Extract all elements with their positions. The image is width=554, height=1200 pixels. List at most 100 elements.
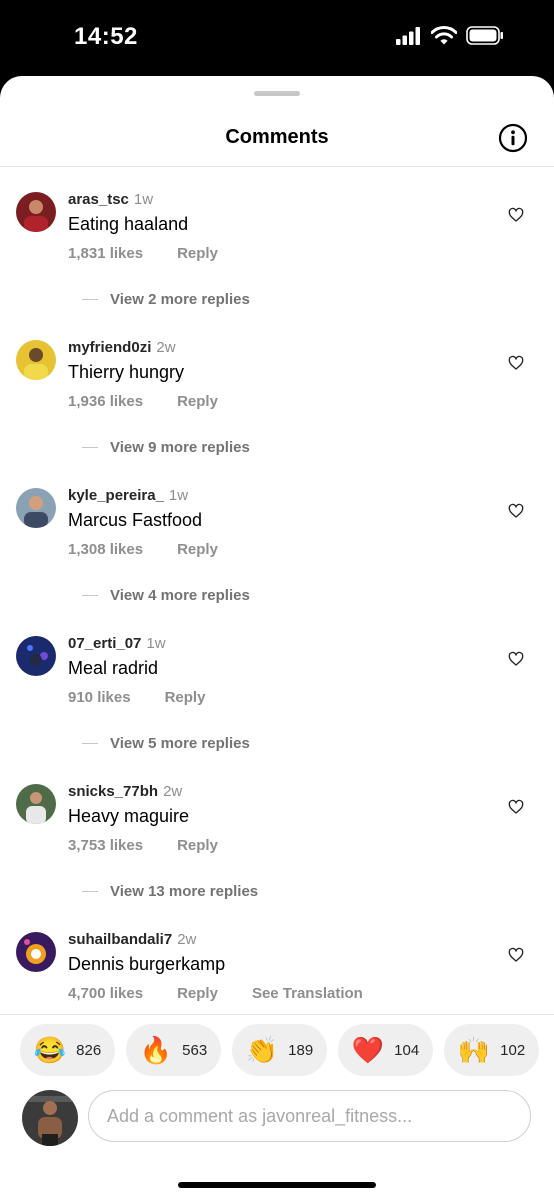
home-indicator (178, 1182, 376, 1188)
page-title: Comments (225, 126, 329, 148)
comment-meta: 07_erti_07 1w (68, 635, 166, 652)
reaction-chip-laughing[interactable]: 😂 826 (20, 1024, 115, 1076)
comment-actions: 3,753 likes Reply (68, 837, 252, 854)
battery-icon (466, 26, 503, 45)
wifi-icon (431, 26, 457, 45)
avatar[interactable] (16, 784, 56, 824)
see-translation-button[interactable]: See Translation (252, 985, 363, 1002)
reaction-chip-fire[interactable]: 🔥 563 (126, 1024, 221, 1076)
comment-input[interactable] (89, 1091, 530, 1141)
likes-count[interactable]: 1,831 likes (68, 245, 143, 262)
status-icons (396, 26, 504, 45)
comment-list: aras_tsc 1w Eating haaland 1,831 likes Rep… (0, 167, 554, 1055)
view-more-replies[interactable]: View 2 more replies (82, 291, 250, 308)
view-more-replies[interactable]: View 4 more replies (82, 587, 250, 604)
comment-age: 2w (177, 931, 197, 948)
reply-button[interactable]: Reply (177, 245, 218, 262)
clapping-hands-emoji-icon: 👏 (245, 1035, 279, 1065)
raised-hands-emoji-icon: 🙌 (457, 1035, 491, 1065)
view-replies-label: View 5 more replies (110, 735, 250, 752)
comment-meta: suhailbandali7 2w (68, 931, 196, 948)
heart-icon[interactable] (508, 651, 524, 667)
red-heart-emoji-icon: ❤️ (351, 1035, 385, 1065)
reaction-chip-raised-hands[interactable]: 🙌 102 (444, 1024, 539, 1076)
user-avatar[interactable] (22, 1090, 78, 1146)
replies-line (82, 299, 98, 300)
reaction-count: 189 (288, 1041, 314, 1059)
emoji-reaction-bar: 😂 826 🔥 563 👏 189 ❤️ 104 🙌 102 (20, 1024, 539, 1076)
replies-line (82, 891, 98, 892)
avatar[interactable] (16, 192, 56, 232)
laughing-emoji-icon: 😂 (33, 1035, 67, 1065)
comment-item: kyle_pereira_ 1w Marcus Fastfood 1,308 li… (0, 463, 554, 611)
view-more-replies[interactable]: View 9 more replies (82, 439, 250, 456)
comment-username[interactable]: suhailbandali7 (68, 931, 172, 948)
comment-meta: myfriend0zi 2w (68, 339, 176, 356)
reply-button[interactable]: Reply (165, 689, 206, 706)
replies-line (82, 447, 98, 448)
comment-text: Marcus Fastfood (68, 510, 203, 530)
reply-button[interactable]: Reply (177, 985, 218, 1002)
comment-composer[interactable] (88, 1090, 531, 1142)
comment-meta: kyle_pereira_ 1w (68, 487, 188, 504)
fire-emoji-icon: 🔥 (139, 1035, 173, 1065)
reply-button[interactable]: Reply (177, 393, 218, 410)
comment-age: 1w (168, 487, 189, 504)
reactions-divider (0, 1014, 554, 1015)
reaction-count: 102 (500, 1041, 526, 1059)
comment-age: 1w (146, 635, 166, 652)
likes-count[interactable]: 4,700 likes (68, 985, 143, 1002)
comment-text: Thierry hungry (68, 362, 185, 382)
comment-username[interactable]: 07_erti_07 (68, 635, 141, 652)
comment-item: aras_tsc 1w Eating haaland 1,831 likes Rep… (0, 167, 554, 315)
comment-age: 2w (156, 339, 176, 356)
reaction-chip-heart[interactable]: ❤️ 104 (338, 1024, 433, 1076)
reaction-count: 563 (182, 1041, 208, 1059)
comment-actions: 910 likes Reply (68, 689, 239, 706)
replies-line (82, 595, 98, 596)
comment-item: snicks_77bh 2w Heavy maguire 3,753 likes R… (0, 759, 554, 907)
view-replies-label: View 9 more replies (110, 439, 250, 456)
avatar[interactable] (16, 340, 56, 380)
reply-button[interactable]: Reply (177, 541, 218, 558)
comment-item: myfriend0zi 2w Thierry hungry 1,936 likes… (0, 315, 554, 463)
heart-icon[interactable] (508, 355, 524, 371)
view-more-replies[interactable]: View 5 more replies (82, 735, 250, 752)
avatar[interactable] (16, 636, 56, 676)
comment-age: 2w (163, 783, 183, 800)
avatar[interactable] (16, 932, 56, 972)
likes-count[interactable]: 3,753 likes (68, 837, 143, 854)
comment-meta: aras_tsc 1w (68, 191, 153, 208)
view-more-replies[interactable]: View 13 more replies (82, 883, 258, 900)
comment-meta: snicks_77bh 2w (68, 783, 182, 800)
comment-text: Meal radrid (68, 658, 159, 678)
reaction-count: 104 (394, 1041, 420, 1059)
sheet-grabber[interactable] (254, 91, 300, 96)
heart-icon[interactable] (508, 207, 524, 223)
comment-text: Heavy maguire (68, 806, 190, 826)
likes-count[interactable]: 1,308 likes (68, 541, 143, 558)
comments-sheet: Comments aras_tsc 1w Eating haaland 1,831… (0, 76, 554, 1200)
comment-username[interactable]: kyle_pereira_ (68, 487, 164, 504)
replies-line (82, 743, 98, 744)
comment-actions: 4,700 likes Reply See Translation (68, 985, 397, 1002)
comment-username[interactable]: snicks_77bh (68, 783, 158, 800)
comment-username[interactable]: aras_tsc (68, 191, 129, 208)
reply-button[interactable]: Reply (177, 837, 218, 854)
likes-count[interactable]: 910 likes (68, 689, 131, 706)
view-replies-label: View 13 more replies (110, 883, 259, 900)
heart-icon[interactable] (508, 503, 524, 519)
comment-username[interactable]: myfriend0zi (68, 339, 151, 356)
cellular-signal-icon (396, 26, 420, 45)
avatar[interactable] (16, 488, 56, 528)
heart-icon[interactable] (508, 947, 524, 963)
info-icon[interactable] (498, 123, 528, 153)
view-replies-label: View 4 more replies (110, 587, 250, 604)
heart-icon[interactable] (508, 799, 524, 815)
view-replies-label: View 2 more replies (110, 291, 250, 308)
comment-text: Dennis burgerkamp (68, 954, 226, 974)
comment-text: Eating haaland (68, 214, 189, 234)
likes-count[interactable]: 1,936 likes (68, 393, 143, 410)
reaction-chip-clap[interactable]: 👏 189 (232, 1024, 327, 1076)
reaction-count: 826 (76, 1041, 102, 1059)
